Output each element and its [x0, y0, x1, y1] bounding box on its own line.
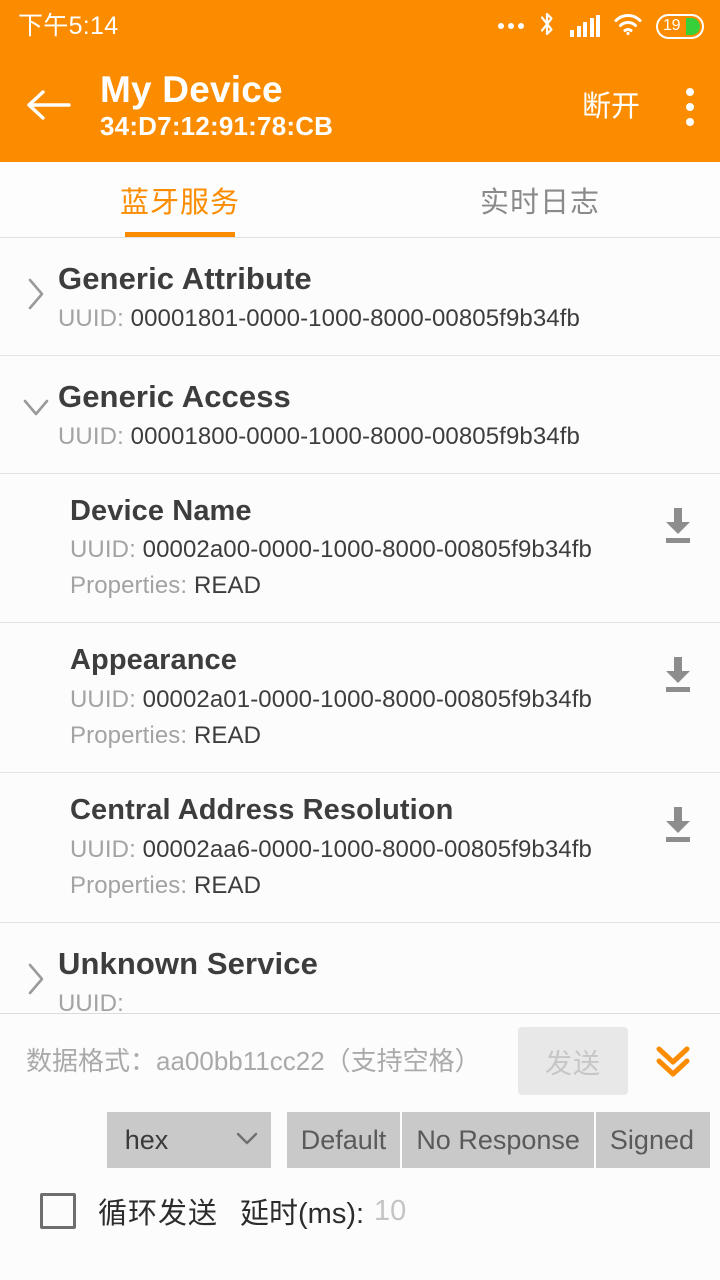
write-mode-default-button[interactable]: Default [286, 1112, 403, 1168]
send-row: 发送 [0, 1014, 720, 1108]
uuid-value: 00002a01-0000-1000-8000-00805f9b34fb [142, 686, 592, 714]
service-texts: Generic Attribute UUID: 00001801-0000-10… [58, 260, 700, 333]
service-texts: Generic Access UUID: 00001800-0000-1000-… [58, 378, 700, 451]
tab-label: 蓝牙服务 [119, 186, 240, 219]
characteristic-row[interactable]: Device Name UUID: 00002a00-0000-1000-800… [0, 473, 720, 624]
characteristic-properties: Properties: READ [70, 572, 656, 600]
download-read-icon[interactable] [656, 651, 700, 700]
device-address: 34:D7:12:91:78:CB [100, 110, 334, 141]
uuid-value: 00001800-0000-1000-8000-00805f9b34fb [130, 422, 580, 450]
cellular-signal-icon [570, 15, 600, 37]
tab-bar: 蓝牙服务 实时日志 [0, 162, 720, 238]
uuid-label: UUID: [70, 686, 136, 714]
battery-fill [686, 17, 700, 35]
overflow-menu-icon[interactable] [660, 52, 720, 162]
service-name: Unknown Service [58, 946, 318, 982]
app-bar-titles: My Device 34:D7:12:91:78:CB [96, 70, 562, 143]
characteristic-name: Device Name [70, 494, 252, 527]
download-read-icon[interactable] [656, 801, 700, 850]
delay-label: 延时(ms): [240, 1198, 365, 1230]
tab-realtime-log[interactable]: 实时日志 [360, 162, 720, 237]
more-dots-icon [498, 23, 524, 29]
service-name: Generic Attribute [58, 261, 312, 296]
app-bar: My Device 34:D7:12:91:78:CB 断开 [0, 52, 720, 162]
characteristic-actions [656, 494, 700, 551]
tab-bluetooth-services[interactable]: 蓝牙服务 [0, 162, 360, 237]
write-options-row: hex Default No Response Signed [0, 1108, 720, 1172]
bluetooth-device-screen: 下午5:14 19 My Device 34:D7:12:91:78:CB 断开… [0, 0, 720, 1280]
characteristic-row[interactable]: Central Address Resolution UUID: 00002aa… [0, 773, 720, 924]
service-uuid: UUID: [58, 990, 700, 1014]
wifi-icon [613, 12, 643, 41]
characteristic-name: Appearance [70, 644, 238, 677]
chevron-down-icon [233, 1128, 261, 1153]
back-arrow-icon [23, 87, 73, 128]
characteristic-uuid: UUID: 00002a01-0000-1000-8000-00805f9b34… [70, 686, 656, 714]
uuid-label: UUID: [70, 836, 136, 864]
uuid-value: 00002a00-0000-1000-8000-00805f9b34fb [142, 536, 592, 564]
data-format-select[interactable]: hex [106, 1112, 271, 1168]
properties-label: Properties: [70, 872, 188, 900]
chevron-right-icon [14, 945, 58, 997]
service-row[interactable]: Unknown Service UUID: [0, 923, 720, 1014]
characteristic-uuid: UUID: 00002a00-0000-1000-8000-00805f9b34… [70, 536, 656, 564]
uuid-value: 00001801-0000-1000-8000-00805f9b34fb [130, 304, 580, 332]
characteristic-actions [656, 793, 700, 850]
characteristic-texts: Device Name UUID: 00002a00-0000-1000-800… [70, 494, 656, 601]
service-row[interactable]: Generic Attribute UUID: 00001801-0000-10… [0, 238, 720, 356]
status-time: 下午5:14 [18, 11, 119, 40]
uuid-label: UUID: [58, 304, 124, 332]
service-uuid: UUID: 00001801-0000-1000-8000-00805f9b34… [58, 305, 700, 333]
loop-send-label: 循环发送 [98, 1198, 219, 1230]
chevron-down-icon [14, 378, 58, 420]
disconnect-button[interactable]: 断开 [562, 92, 660, 122]
write-mode-no-response-button[interactable]: No Response [402, 1112, 596, 1168]
write-mode-signed-button[interactable]: Signed [595, 1112, 710, 1168]
characteristic-texts: Appearance UUID: 00002a01-0000-1000-8000… [70, 643, 656, 750]
write-mode-segmented-group: Default No Response Signed [286, 1112, 710, 1168]
battery-level: 19 [663, 17, 681, 34]
status-icon-tray: 19 [498, 11, 704, 42]
back-button[interactable] [0, 52, 96, 162]
tab-label: 实时日志 [479, 186, 600, 219]
uuid-value: 00002aa6-0000-1000-8000-00805f9b34fb [142, 836, 592, 864]
service-row[interactable]: Generic Access UUID: 00001800-0000-1000-… [0, 355, 720, 474]
battery-icon: 19 [656, 13, 704, 39]
uuid-label: UUID: [58, 989, 124, 1014]
double-chevron-down-icon[interactable] [642, 1027, 704, 1095]
data-input[interactable] [26, 1031, 504, 1091]
service-name: Generic Access [58, 378, 291, 414]
properties-value: READ [193, 572, 262, 600]
service-uuid: UUID: 00001800-0000-1000-8000-00805f9b34… [58, 423, 700, 451]
characteristic-name: Central Address Resolution [70, 794, 454, 827]
send-button[interactable]: 发送 [518, 1027, 628, 1095]
characteristic-actions [656, 643, 700, 700]
data-format-value: hex [124, 1124, 169, 1155]
properties-label: Properties: [70, 722, 188, 750]
loop-send-row: 循环发送 延时(ms): [0, 1172, 720, 1250]
chevron-right-icon [14, 260, 58, 312]
write-panel: 发送 hex Default No Response Si [0, 1013, 720, 1280]
status-bar: 下午5:14 19 [0, 0, 720, 52]
loop-send-checkbox[interactable] [40, 1193, 76, 1229]
characteristic-row[interactable]: Appearance UUID: 00002a01-0000-1000-8000… [0, 623, 720, 774]
page-title: My Device [100, 69, 283, 111]
characteristic-texts: Central Address Resolution UUID: 00002aa… [70, 793, 656, 900]
service-texts: Unknown Service UUID: [58, 945, 700, 1014]
characteristic-properties: Properties: READ [70, 872, 656, 900]
characteristic-properties: Properties: READ [70, 722, 656, 750]
properties-value: READ [193, 872, 262, 900]
service-list[interactable]: Generic Attribute UUID: 00001801-0000-10… [0, 238, 720, 1014]
download-read-icon[interactable] [656, 502, 700, 551]
properties-label: Properties: [70, 572, 188, 600]
delay-input[interactable] [374, 1194, 495, 1228]
uuid-label: UUID: [70, 536, 136, 564]
uuid-label: UUID: [58, 422, 124, 450]
bluetooth-icon [537, 11, 557, 42]
properties-value: READ [193, 722, 262, 750]
characteristic-uuid: UUID: 00002aa6-0000-1000-8000-00805f9b34… [70, 836, 656, 864]
